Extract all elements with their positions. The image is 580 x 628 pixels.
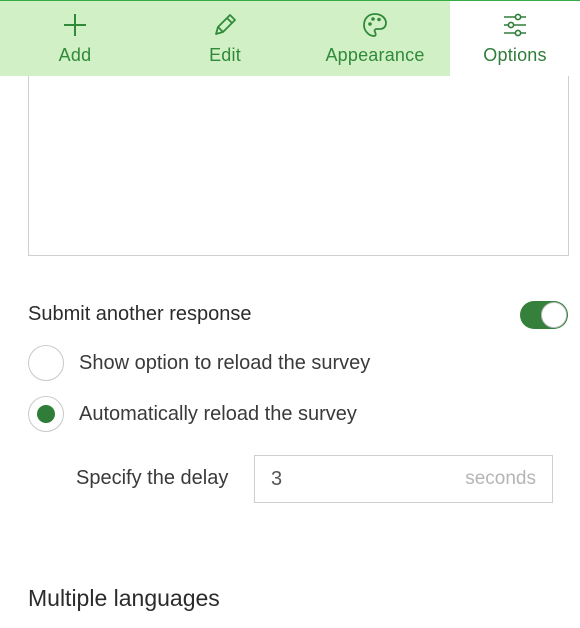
radio-button[interactable] <box>28 345 64 381</box>
multiple-languages-heading: Multiple languages <box>28 585 220 611</box>
delay-field[interactable]: seconds <box>254 455 553 503</box>
tab-add-label: Add <box>58 45 92 65</box>
pencil-icon <box>211 11 239 39</box>
delay-input[interactable] <box>255 467 435 491</box>
tab-appearance[interactable]: Appearance <box>300 1 450 76</box>
delay-unit: seconds <box>465 468 536 489</box>
text-area[interactable] <box>28 76 569 256</box>
submit-another-toggle[interactable] <box>520 301 568 329</box>
tab-bar: Add Edit Appearance Options <box>0 1 580 76</box>
radio-selected-dot <box>37 405 55 423</box>
tab-options[interactable]: Options <box>450 1 580 76</box>
radio-show-reload-option[interactable]: Show option to reload the survey <box>28 345 370 381</box>
radio-button-selected[interactable] <box>28 396 64 432</box>
tab-edit[interactable]: Edit <box>150 1 300 76</box>
tab-edit-label: Edit <box>209 45 241 65</box>
palette-icon <box>361 11 389 39</box>
submit-another-label: Submit another response <box>28 303 252 325</box>
tab-options-label: Options <box>483 45 547 65</box>
radio-label: Show option to reload the survey <box>79 351 371 374</box>
sliders-icon <box>501 11 529 39</box>
toggle-knob <box>541 302 567 328</box>
plus-icon <box>61 11 89 39</box>
delay-label: Specify the delay <box>76 467 229 489</box>
tab-appearance-label: Appearance <box>325 45 425 65</box>
tab-add[interactable]: Add <box>0 1 150 76</box>
radio-label: Automatically reload the survey <box>79 402 357 425</box>
radio-auto-reload[interactable]: Automatically reload the survey <box>28 396 357 432</box>
